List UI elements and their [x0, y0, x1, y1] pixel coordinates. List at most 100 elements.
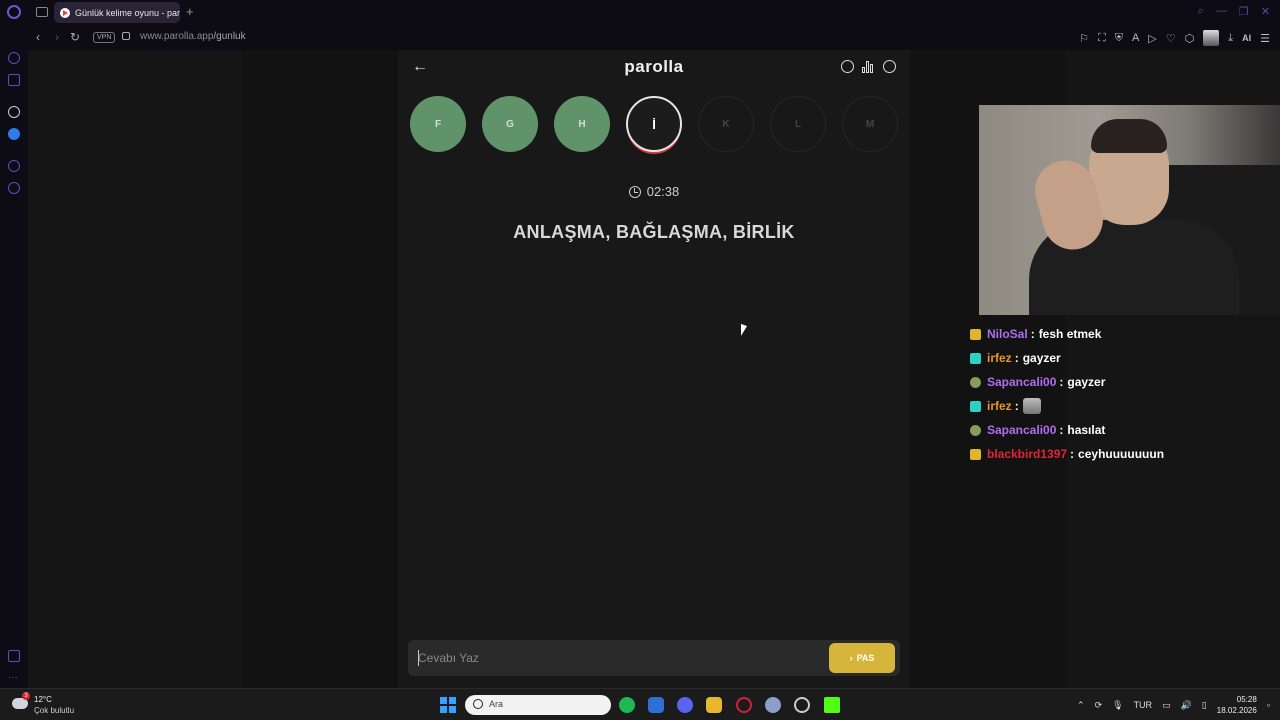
chat-username: NiloSal [987, 327, 1028, 341]
lock-icon[interactable] [122, 32, 130, 40]
play-icon[interactable]: ▷ [1148, 32, 1156, 45]
gx-icon[interactable] [8, 650, 20, 662]
chevron-right-icon: › [849, 653, 853, 663]
chat-message: gayzer [1067, 375, 1106, 389]
info-icon[interactable] [841, 60, 854, 73]
display-icon[interactable]: ▭ [1162, 700, 1171, 711]
mail-icon[interactable] [648, 697, 664, 713]
settings-app-icon[interactable] [765, 697, 781, 713]
history-icon[interactable] [8, 160, 20, 172]
chat-line: Sapancali00: gayzer [970, 370, 1270, 394]
windows-taskbar: 3 12°C Çok bulutlu Ara ⌃ ⟳ 🎙 TUR ▭ 🔊 ▯ 0… [0, 688, 1280, 720]
url-field[interactable]: www.parolla.app/gunluk [140, 31, 246, 42]
notification-icon[interactable]: ▫ [1267, 700, 1270, 710]
sync-icon[interactable]: ⟳ [1095, 700, 1103, 711]
microphone-icon[interactable]: 🎙 [1112, 700, 1123, 711]
minimize-icon[interactable]: — [1216, 5, 1227, 18]
maximize-icon[interactable]: ❐ [1239, 5, 1249, 18]
window-controls: ⌕ — ❐ ✕ [1198, 5, 1270, 18]
messenger-icon[interactable] [8, 128, 20, 140]
close-icon[interactable]: ✕ [1261, 5, 1270, 18]
letter-circle: L [770, 96, 826, 152]
chat-separator: : [1030, 327, 1035, 341]
clock-icon [628, 185, 641, 198]
new-tab-button[interactable]: + [186, 4, 194, 19]
chat-message: ceyhuuuuuuun [1078, 447, 1165, 461]
tab-active[interactable]: Günlük kelime oyunu - par [54, 2, 180, 23]
youtube-favicon-icon [60, 7, 70, 18]
header-icons [841, 60, 896, 73]
translate-icon[interactable]: A [1132, 32, 1139, 44]
chat-line: Sapancali00: hasılat [970, 418, 1270, 442]
toolbar-right: ⚐ ⛶ ⛨ A ▷ ♡ ⬡ ⤓ AI ☰ [1079, 30, 1270, 46]
chat-line: NiloSal: fesh etmek [970, 322, 1270, 346]
letter-track: F G H İ K L M [410, 96, 898, 152]
letter-circle: M [842, 96, 898, 152]
chat-username: irfez [987, 399, 1012, 413]
forward-nav-icon[interactable]: › [55, 30, 59, 44]
heart-icon[interactable]: ♡ [1166, 32, 1176, 45]
chat-overlay: NiloSal: fesh etmek irfez: gayzer Sapancali0… [970, 322, 1270, 466]
shield-icon[interactable]: ⛨ [1115, 32, 1123, 45]
vpn-badge[interactable]: VPN [93, 32, 116, 43]
crown-badge-icon [970, 448, 981, 460]
letter-circle: G [482, 96, 538, 152]
timer: 02:38 [398, 184, 910, 199]
chat-username: blackbird1397 [987, 447, 1068, 461]
extensions-icon[interactable]: ⬡ [1185, 32, 1195, 45]
obs-icon[interactable] [794, 697, 810, 713]
taskbar-clock[interactable]: 05:28 18.02.2026 [1217, 694, 1257, 716]
weather-desc[interactable]: Çok bulutlu [34, 706, 74, 715]
taskbar-search[interactable]: Ara [465, 695, 611, 715]
settings-icon[interactable] [8, 182, 20, 194]
chat-line: irfez: gayzer [970, 346, 1270, 370]
kick-icon[interactable] [824, 697, 840, 713]
search-tabs-icon[interactable]: ⌕ [1198, 5, 1204, 18]
webcam-overlay [979, 105, 1280, 315]
download-icon[interactable]: ⤓ [1228, 32, 1233, 45]
reload-icon[interactable]: ↻ [70, 30, 80, 44]
volume-icon[interactable]: 🔊 [1181, 700, 1192, 711]
text-caret [418, 650, 419, 666]
clue-text: ANLAŞMA, BAĞLAŞMA, BİRLİK [513, 222, 795, 242]
chatgpt-icon[interactable] [8, 106, 20, 118]
timer-value: 02:38 [646, 184, 680, 199]
address-bar: ‹ › ↻ VPN www.parolla.app/gunluk ⚐ ⛶ ⛨ A… [0, 26, 1280, 50]
chat-message: hasılat [1067, 423, 1106, 437]
folder-icon[interactable] [706, 697, 722, 713]
snapshot-icon[interactable]: ⛶ [1098, 32, 1106, 45]
opera-gx-icon[interactable] [736, 697, 752, 713]
menu-icon[interactable]: ☰ [1260, 32, 1270, 45]
chat-username: Sapancali00 [987, 423, 1057, 437]
clock-date: 18.02.2026 [1216, 706, 1257, 715]
back-nav-icon[interactable]: ‹ [36, 30, 40, 44]
mouse-cursor-icon [741, 323, 747, 339]
profile-thumbnail[interactable] [1203, 30, 1220, 46]
stats-icon[interactable] [862, 60, 875, 73]
chat-username: irfez [987, 351, 1012, 365]
language-indicator[interactable]: TUR [1134, 700, 1153, 710]
answer-input[interactable] [418, 649, 818, 667]
weather-temp[interactable]: 12°C [34, 695, 52, 704]
more-icon[interactable]: ··· [8, 672, 20, 684]
battery-icon[interactable]: ▯ [1202, 700, 1207, 711]
browser-tab-bar: Günlük kelime oyunu - par + ⌕ — ❐ ✕ [0, 0, 1280, 26]
answer-bar: › PAS [408, 640, 900, 676]
profile-icon[interactable] [883, 60, 896, 73]
aria-icon[interactable] [8, 52, 20, 64]
messenger-m-icon[interactable] [8, 74, 20, 86]
tabs-icon[interactable] [36, 7, 48, 17]
windows-start-icon[interactable] [440, 697, 456, 713]
grid-badge-icon [970, 352, 981, 364]
bookmark-icon[interactable]: ⚐ [1079, 32, 1089, 45]
discord-icon[interactable] [677, 697, 693, 713]
pass-label: PAS [856, 653, 875, 663]
opera-sidebar: ··· [0, 50, 28, 688]
opera-logo-icon[interactable] [7, 5, 21, 19]
chevron-up-icon[interactable]: ⌃ [1077, 700, 1085, 711]
spotify-icon[interactable] [619, 697, 635, 713]
ai-button[interactable]: AI [1242, 33, 1251, 43]
letter-circle: K [698, 96, 754, 152]
pass-button[interactable]: › PAS [829, 643, 895, 673]
chat-separator: : [1014, 399, 1019, 413]
